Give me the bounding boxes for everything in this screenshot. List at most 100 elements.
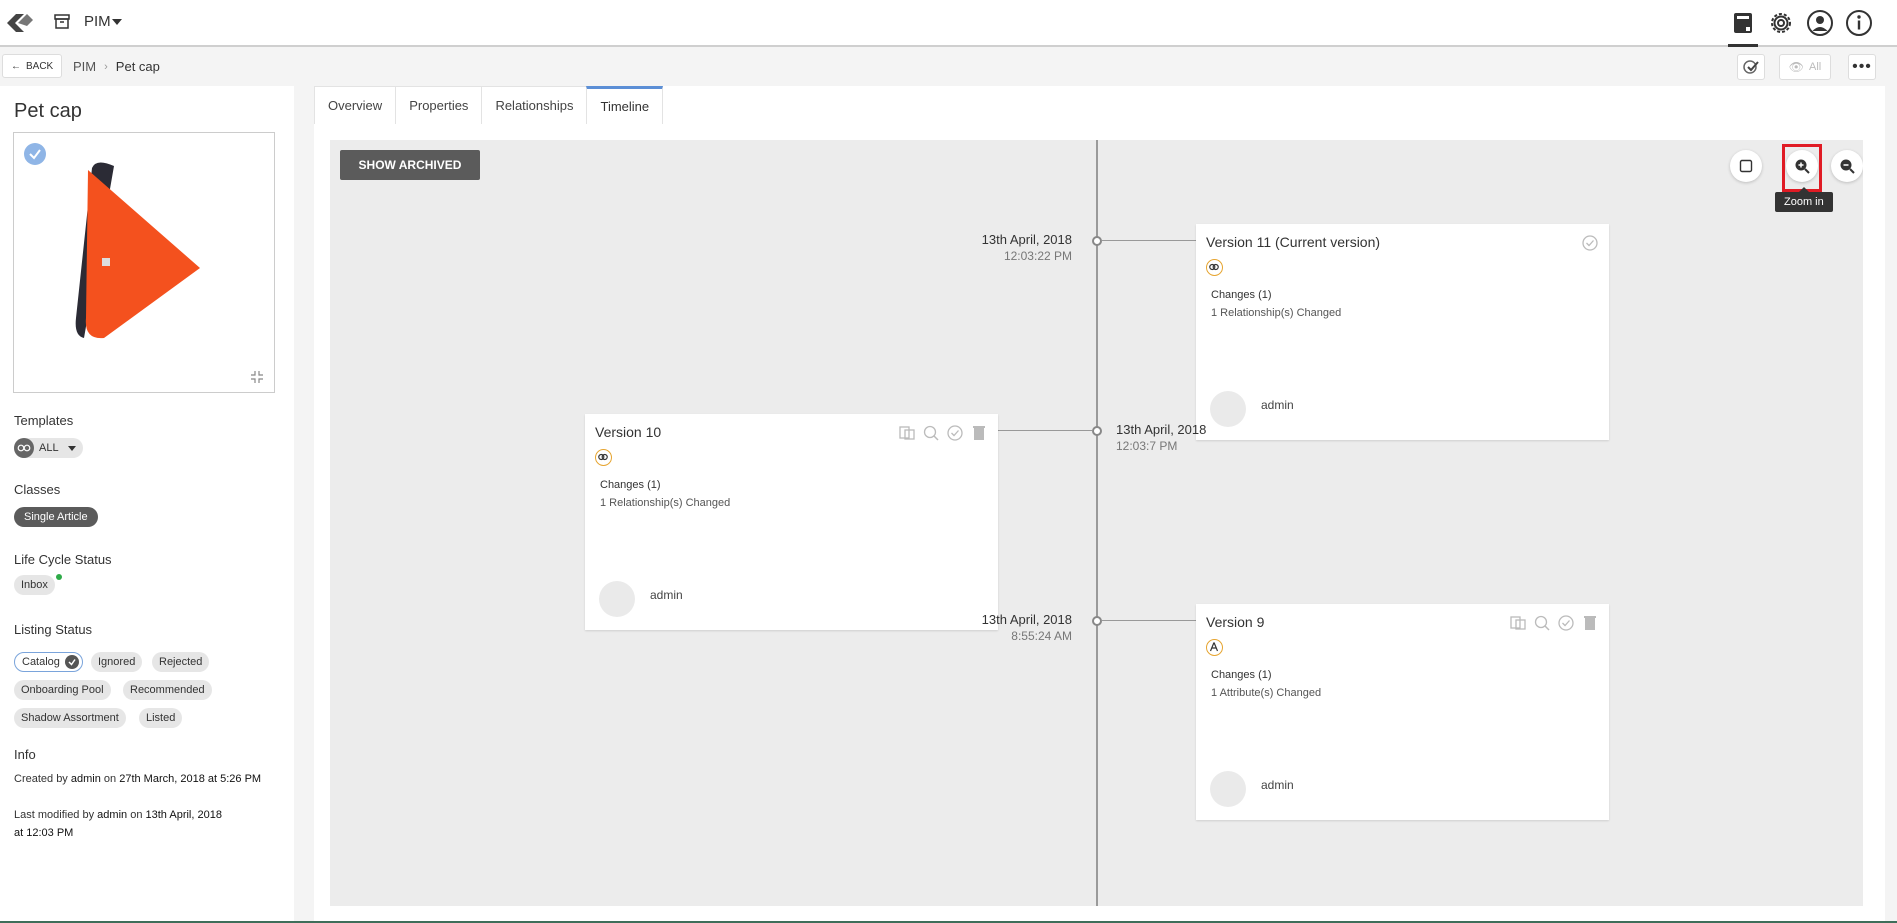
version-title: Version 11 (Current version)	[1206, 234, 1381, 250]
tab-overview[interactable]: Overview	[314, 86, 397, 124]
main-panel: Overview Properties Relationships Timeli…	[314, 86, 1885, 923]
changes-count[interactable]: Changes (1)	[1211, 669, 1272, 681]
version-card[interactable]: Version 11 (Current version) Changes (1)…	[1196, 224, 1609, 440]
settings-gear-icon[interactable]	[1766, 8, 1796, 38]
user-profile-icon[interactable]	[1805, 8, 1835, 38]
tab-properties[interactable]: Properties	[395, 86, 483, 124]
modified-on-word: on	[130, 809, 143, 821]
modified-prefix: Last modified by	[14, 809, 95, 821]
zoom-out-button[interactable]	[1831, 150, 1863, 182]
view-all-button[interactable]: 👁 All	[1779, 54, 1831, 80]
lifecycle-label: Life Cycle Status	[14, 552, 112, 567]
check-icon[interactable]	[24, 143, 46, 165]
attribute-badge-icon	[1206, 639, 1223, 656]
product-image[interactable]	[13, 132, 275, 393]
version-title: Version 10	[595, 424, 662, 440]
version-user: admin	[650, 588, 683, 602]
archive-icon[interactable]	[54, 14, 70, 29]
version-date: 13th April, 2018	[1116, 422, 1207, 437]
version-actions	[898, 424, 988, 442]
validate-check-icon	[1743, 60, 1759, 74]
zoom-in-highlight	[1782, 144, 1822, 192]
listing-option-rejected[interactable]: Rejected	[152, 652, 210, 672]
top-bar: PIM	[0, 0, 1897, 47]
version-date: 13th April, 2018	[981, 232, 1072, 247]
show-archived-button[interactable]: SHOW ARCHIVED	[340, 150, 480, 180]
fit-view-button[interactable]	[1730, 150, 1762, 182]
changes-count[interactable]: Changes (1)	[1211, 289, 1272, 301]
tab-relationships[interactable]: Relationships	[481, 86, 588, 124]
compare-search-icon[interactable]	[1533, 614, 1551, 632]
changes-detail: 1 Relationship(s) Changed	[1211, 307, 1342, 319]
product-archive-icon[interactable]	[1728, 8, 1758, 47]
compare-search-icon[interactable]	[922, 424, 940, 442]
version-time: 12:03:22 PM	[1003, 249, 1072, 263]
changes-detail: 1 Relationship(s) Changed	[600, 497, 731, 509]
avatar	[1210, 391, 1246, 427]
pet-cap-image	[75, 162, 200, 339]
timeline-node[interactable]	[1092, 426, 1102, 436]
trash-icon[interactable]	[1581, 614, 1599, 632]
created-by-user[interactable]: admin	[71, 773, 101, 785]
breadcrumb-pim[interactable]: PIM	[73, 59, 96, 74]
lifecycle-status-badge[interactable]: Inbox	[14, 575, 55, 595]
relationship-badge-icon	[595, 449, 612, 466]
back-button[interactable]: ← BACK	[2, 54, 63, 78]
breadcrumb: PIM › Pet cap	[73, 59, 160, 74]
check-circle-icon	[64, 655, 79, 669]
status-dot-icon	[56, 574, 62, 580]
version-user: admin	[1261, 398, 1294, 412]
more-options-icon[interactable]: •••	[1848, 54, 1876, 80]
listing-option-ignored[interactable]: Ignored	[91, 652, 143, 672]
version-actions	[1581, 234, 1599, 252]
breadcrumb-current: Pet cap	[115, 59, 160, 74]
version-card[interactable]: Version 9 Changes (1) 1 Attribute(s) Cha…	[1196, 604, 1609, 820]
check-circle-icon[interactable]	[1557, 614, 1575, 632]
listing-option-recommended[interactable]: Recommended	[123, 680, 212, 700]
relationship-badge-icon	[1206, 259, 1223, 276]
timeline-node[interactable]	[1092, 236, 1102, 246]
tab-bar: Overview Properties Relationships Timeli…	[314, 86, 664, 124]
classes-label: Classes	[14, 482, 61, 497]
glasses-icon	[14, 438, 34, 458]
listing-option-label: Catalog	[22, 656, 60, 668]
created-info: Created by admin on 27th March, 2018 at …	[14, 770, 274, 788]
copy-icon[interactable]	[1509, 614, 1527, 632]
version-card[interactable]: Version 10 Changes (1) 1 Relationship(s)…	[585, 414, 998, 630]
zoom-in-tooltip: Zoom in	[1775, 187, 1833, 212]
info-label: Info	[14, 747, 36, 762]
trash-icon[interactable]	[970, 424, 988, 442]
timeline-connector	[1102, 240, 1210, 241]
chevron-down-icon[interactable]	[112, 19, 122, 25]
created-on-word: on	[103, 773, 117, 785]
copy-icon[interactable]	[898, 424, 916, 442]
module-selector[interactable]: PIM	[84, 13, 111, 30]
app-logo-icon[interactable]	[4, 9, 36, 37]
listing-option-shadow-assortment[interactable]: Shadow Assortment	[14, 708, 126, 728]
validate-button[interactable]	[1737, 54, 1765, 80]
collapse-icon[interactable]	[250, 370, 264, 384]
breadcrumb-separator-icon: ›	[104, 60, 108, 73]
timeline-node[interactable]	[1092, 616, 1102, 626]
check-circle-icon[interactable]	[946, 424, 964, 442]
listing-option-listed[interactable]: Listed	[139, 708, 183, 728]
tab-timeline[interactable]: Timeline	[586, 86, 664, 124]
check-circle-icon[interactable]	[1581, 234, 1599, 252]
listing-option-catalog[interactable]: Catalog	[14, 652, 83, 672]
class-badge[interactable]: Single Article	[14, 507, 98, 527]
avatar	[599, 581, 635, 617]
listing-option-onboarding-pool[interactable]: Onboarding Pool	[14, 680, 111, 700]
timeline-canvas[interactable]: SHOW ARCHIVED Zoom in 13th April, 2018 1…	[330, 140, 1863, 906]
back-label: BACK	[26, 60, 54, 72]
changes-count[interactable]: Changes (1)	[600, 479, 661, 491]
timeline-connector	[1102, 620, 1210, 621]
modified-by-user[interactable]: admin	[97, 809, 127, 821]
square-icon	[1739, 159, 1753, 173]
chevron-down-icon	[67, 445, 76, 451]
zoom-out-icon	[1840, 159, 1855, 174]
templates-selector[interactable]: ALL	[14, 438, 83, 458]
info-icon[interactable]	[1844, 8, 1874, 38]
view-all-label: All	[1809, 61, 1822, 73]
version-actions	[1509, 614, 1599, 632]
timeline-axis	[1096, 140, 1098, 906]
